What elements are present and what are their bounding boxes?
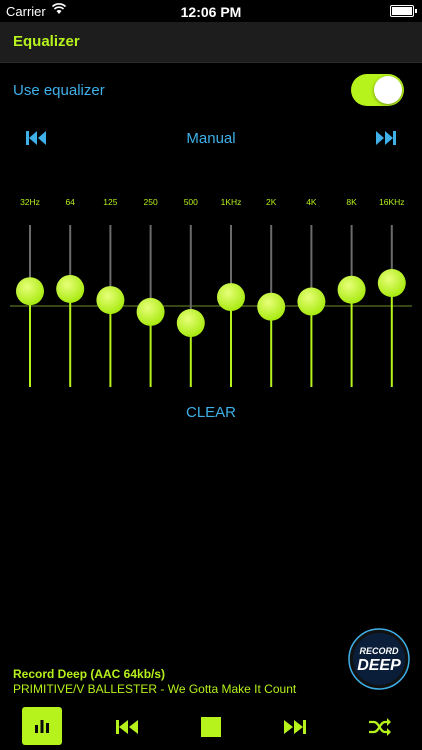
station-name: Record Deep (AAC 64kb/s) [13, 667, 166, 681]
navigation-bar: Equalizer [0, 22, 422, 63]
band-label: 125 [103, 197, 118, 207]
use-equalizer-toggle[interactable] [351, 74, 404, 106]
slider-knob[interactable] [337, 275, 366, 304]
band-label: 16KHz [379, 197, 405, 207]
equalizer-button[interactable] [22, 707, 62, 745]
slider-knob[interactable] [96, 286, 125, 315]
stop-icon[interactable] [199, 717, 223, 737]
band-label: 1KHz [220, 197, 242, 207]
equalizer-sliders [10, 225, 412, 387]
clock: 12:06 PM [180, 4, 242, 20]
slider-knob[interactable] [257, 292, 286, 321]
band-label: 32Hz [20, 197, 40, 207]
logo-main-text: DEEP [357, 657, 401, 674]
slider-knob[interactable] [297, 287, 326, 316]
station-logo: RECORD DEEP [348, 628, 410, 690]
band-label: 64 [65, 197, 75, 207]
page-title: Equalizer [13, 33, 80, 50]
slider-knob[interactable] [16, 277, 44, 306]
logo-top-text: RECORD [359, 646, 399, 656]
battery-icon [390, 5, 417, 17]
toggle-knob [374, 76, 402, 104]
band-label: 500 [183, 197, 198, 207]
slider-knob[interactable] [377, 269, 406, 298]
status-bar: Carrier 12:06 PM [0, 0, 422, 22]
band-label: 8K [346, 197, 357, 207]
skip-forward-icon[interactable] [375, 130, 397, 146]
band-label: 2K [265, 197, 277, 207]
band-label: 250 [143, 197, 158, 207]
preset-name[interactable]: Manual [0, 130, 422, 147]
slider-knob[interactable] [217, 283, 245, 312]
slider-knob[interactable] [56, 274, 85, 303]
use-equalizer-label: Use equalizer [13, 82, 105, 99]
previous-icon[interactable] [115, 717, 139, 737]
shuffle-icon[interactable] [368, 717, 392, 737]
equalizer-icon [35, 720, 49, 733]
next-icon[interactable] [283, 717, 307, 737]
track-title: PRIMITIVE/V BALLESTER - We Gotta Make It… [13, 682, 297, 696]
slider-knob[interactable] [136, 297, 165, 326]
slider-knob[interactable] [176, 309, 205, 338]
clear-button[interactable]: CLEAR [0, 404, 422, 421]
band-label: 4K [306, 197, 317, 207]
